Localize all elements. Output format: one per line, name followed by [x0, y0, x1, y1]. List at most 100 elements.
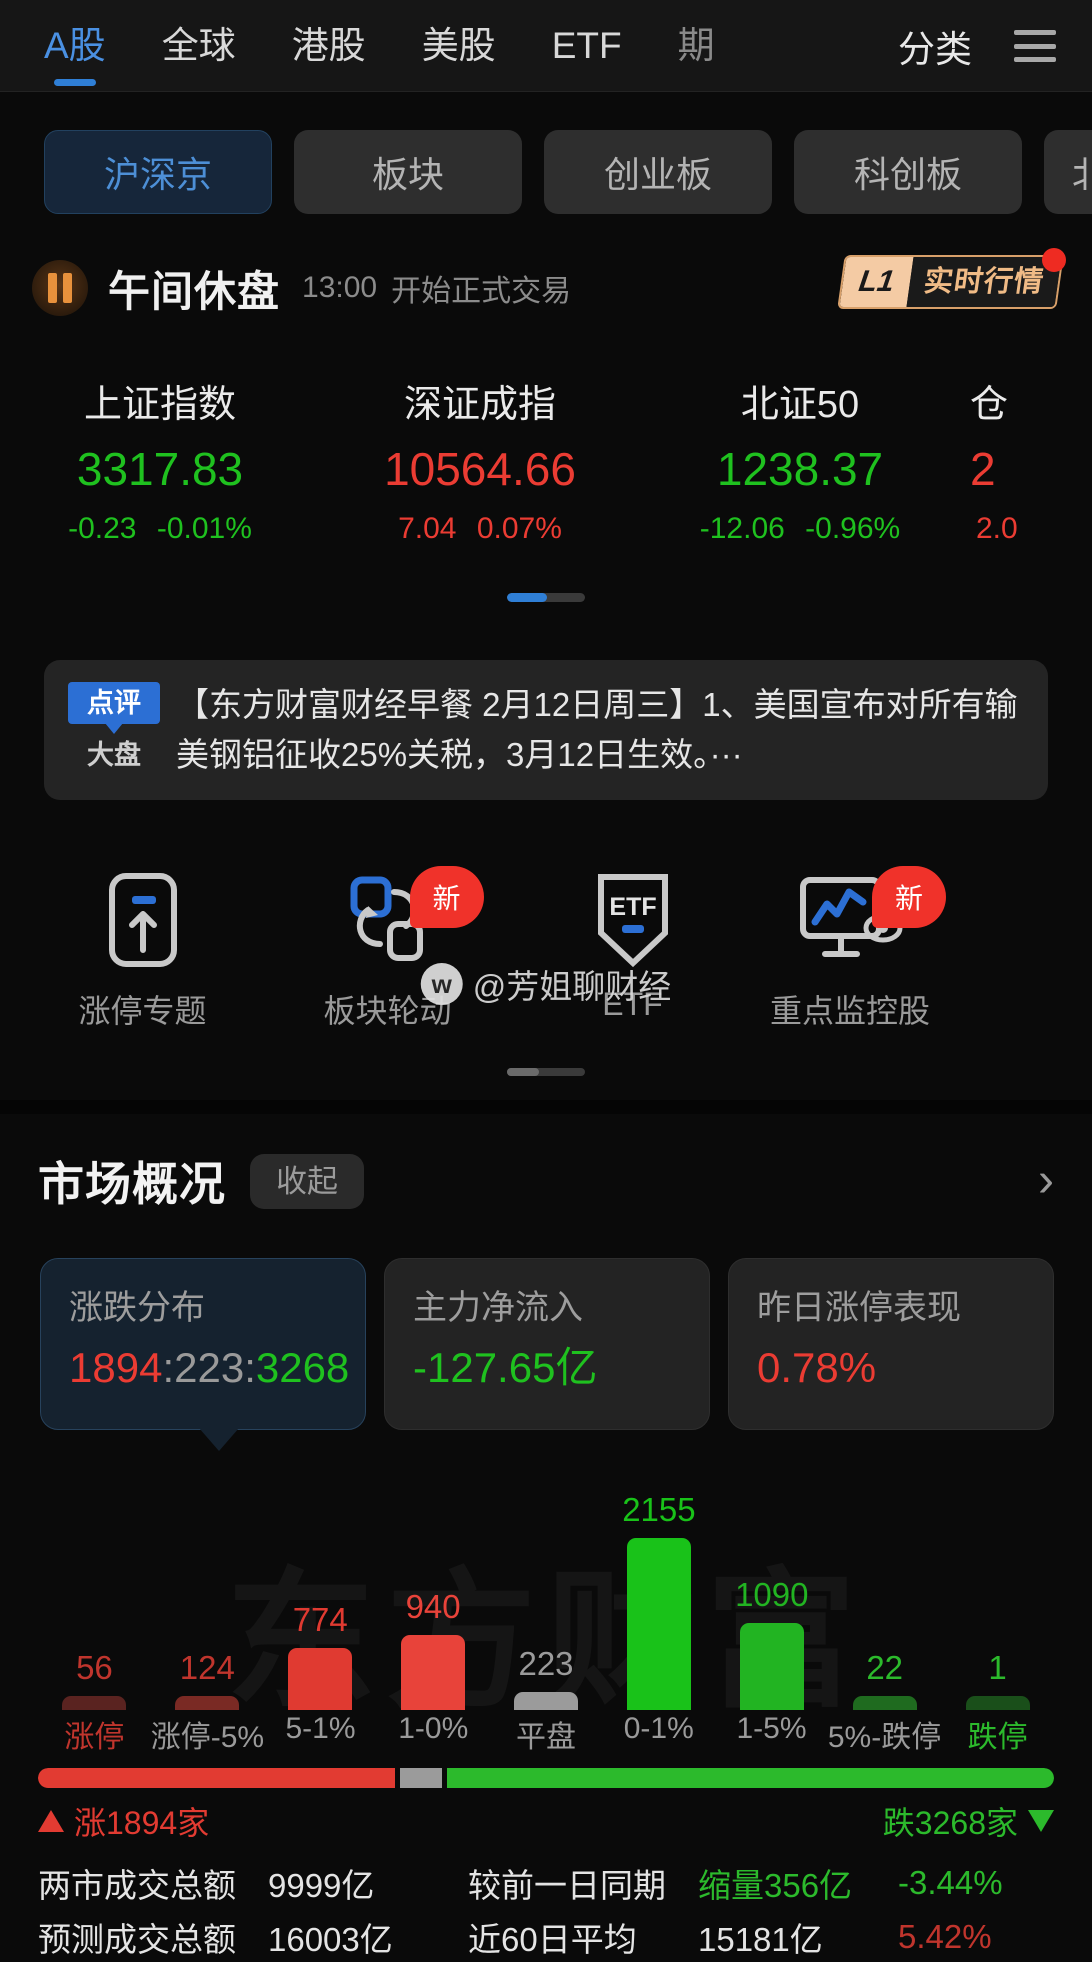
quick-entry-key-monitor[interactable]: 新 重点监控股 [755, 860, 946, 1032]
quick-entry-pager-track [507, 1068, 585, 1076]
tab-global[interactable]: 全球 [162, 0, 236, 92]
index-carousel[interactable]: 上证指数 3317.83 -0.23 -0.01% 深证成指 10564.66 … [0, 376, 1092, 566]
tab-us-stocks[interactable]: 美股 [422, 0, 496, 92]
index-name: 深证成指 [403, 384, 556, 426]
bar-column[interactable]: 56 [38, 1448, 151, 1710]
stat-card-title: 涨跌分布 [69, 1289, 205, 1327]
market-filter-chips: 沪深京 板块 创业板 科创板 北 [0, 126, 1092, 218]
bar-column[interactable]: 223 [490, 1448, 603, 1710]
bar-column[interactable]: 940 [377, 1448, 490, 1710]
bar [401, 1635, 466, 1710]
bar-column[interactable]: 2155 [602, 1448, 715, 1710]
summary-value: 9999亿 [268, 1867, 375, 1904]
arrow-up-icon [38, 1810, 64, 1832]
index-card-bse50[interactable]: 北证50 1238.37 -12.06 -0.96% [640, 376, 960, 554]
index-delta: -0.23 -0.01% [0, 504, 320, 554]
index-change: 7.04 [398, 512, 457, 545]
hamburger-icon[interactable] [1014, 30, 1056, 62]
chip-hushenjing[interactable]: 沪深京 [44, 130, 272, 214]
index-card-partial[interactable]: 仓 2 2.0 [960, 376, 1092, 554]
axis-tick-label: 5-1% [285, 1712, 356, 1745]
new-badge: 新 [409, 866, 484, 928]
index-percent: 0.07% [476, 512, 562, 545]
tab-a-shares[interactable]: A股 [44, 0, 106, 92]
index-delta: -12.06 -0.96% [640, 504, 960, 554]
summary-value-3: 5.42% [898, 1918, 992, 1955]
index-pager-track [507, 593, 585, 602]
weibo-icon: w [420, 963, 463, 1005]
chip-sectors[interactable]: 板块 [294, 130, 522, 214]
quick-entry-pager[interactable] [0, 1068, 1092, 1076]
top-bar-right-actions: 分类 [858, 0, 1092, 92]
bar-column[interactable]: 1090 [715, 1448, 828, 1710]
index-delta: 7.04 0.07% [320, 504, 640, 554]
index-name: 北证50 [740, 384, 860, 426]
category-button[interactable]: 分类 [898, 19, 972, 73]
bar-value-label: 1090 [735, 1576, 809, 1613]
bar [514, 1692, 578, 1710]
bar-column[interactable]: 774 [264, 1448, 377, 1710]
quick-entry-limit-up[interactable]: 涨停专题 [20, 860, 265, 1032]
market-status-note: 开始正式交易 [391, 275, 572, 308]
news-banner[interactable]: 点评 大盘 【东方财富财经早餐 2月12日周三】1、美国宣布对所有输美钢铝征收2… [44, 660, 1048, 800]
bar [626, 1538, 691, 1710]
axis-tick-label: 1-5% [736, 1712, 807, 1745]
market-overview-header: 市场概况 收起 › [38, 1136, 1054, 1226]
collapse-button[interactable]: 收起 [250, 1153, 364, 1209]
index-value: 1238.37 [716, 443, 884, 495]
table-row: 预测成交总额 16003亿 近60日平均 15181亿 5.42% [38, 1910, 1054, 1962]
summary-value: 16003亿 [268, 1921, 393, 1958]
realtime-quote-badge[interactable]: L1 实时行情 [837, 255, 1064, 309]
chip-bse[interactable]: 北 [1044, 130, 1092, 214]
stat-card-yesterday-limitup[interactable]: 昨日涨停表现 0.78% [728, 1258, 1054, 1430]
index-value: 10564.66 [384, 443, 576, 495]
index-name: 上证指数 [83, 384, 236, 426]
bar-value-label: 56 [76, 1649, 113, 1686]
chip-chinext[interactable]: 创业板 [544, 130, 772, 214]
bar-value-label: 223 [518, 1645, 574, 1682]
ratio-down-segment [447, 1768, 1054, 1788]
summary-label-2: 较前一日同期 [468, 1867, 666, 1904]
market-status-title: 午间休盘 [108, 267, 281, 315]
chevron-right-icon[interactable]: › [1038, 1157, 1054, 1205]
bar-column[interactable]: 22 [828, 1448, 941, 1710]
section-divider [0, 1100, 1092, 1114]
ratio-labels: 涨1894家 跌3268家 [38, 1798, 1054, 1844]
news-tag-top: 点评 [68, 682, 160, 724]
tab-hk-stocks[interactable]: 港股 [292, 0, 366, 92]
bar-value-label: 940 [405, 1588, 461, 1625]
tab-etf[interactable]: ETF [552, 0, 622, 92]
stat-card-main-net-inflow[interactable]: 主力净流入 -127.65亿 [384, 1258, 710, 1430]
quick-entry-label: 涨停专题 [78, 993, 207, 1029]
turnover-summary: 两市成交总额 9999亿 较前一日同期 缩量356亿 -3.44% 预测成交总额… [38, 1856, 1054, 1962]
axis-tick-label: 涨停-5% [150, 1721, 265, 1754]
tab-futures[interactable]: 期 [678, 0, 715, 92]
index-card-shenzhen[interactable]: 深证成指 10564.66 7.04 0.07% [320, 376, 640, 554]
stat-card-value: -127.65亿 [413, 1344, 598, 1391]
index-change: 2.0 [976, 512, 1018, 545]
chip-star-market[interactable]: 科创板 [794, 130, 1022, 214]
page-title: 市场概况 [38, 1158, 226, 1210]
bar-column[interactable]: 1 [941, 1448, 1054, 1710]
upload-box-icon [20, 860, 265, 980]
index-card-shanghai[interactable]: 上证指数 3317.83 -0.23 -0.01% [0, 376, 320, 554]
ratio-down-label-group: 跌3268家 [883, 1798, 1054, 1844]
bar [62, 1696, 127, 1710]
index-delta: 2.0 [970, 504, 1092, 554]
axis-tick-label: 涨停 [64, 1721, 125, 1754]
bar [175, 1696, 240, 1710]
arrow-down-icon [1028, 1810, 1054, 1832]
candle-icon [32, 260, 88, 316]
top-navigation-bar: A股 全球 港股 美股 ETF 期 分类 [0, 0, 1092, 92]
separator: : [162, 1344, 175, 1391]
index-pager[interactable] [0, 593, 1092, 602]
stat-card-updown-distribution[interactable]: 涨跌分布 1894:223:3268 [40, 1258, 366, 1451]
ratio-up-segment [38, 1768, 396, 1788]
axis-tick-label: 5%-跌停 [827, 1721, 942, 1754]
bar-value-label: 2155 [622, 1491, 696, 1528]
quote-level-label: L1 [839, 257, 914, 307]
down-count: 3268 [255, 1344, 350, 1391]
up-count: 1894 [69, 1344, 163, 1391]
bar-column[interactable]: 124 [151, 1448, 264, 1710]
stat-card-value: 0.78% [757, 1344, 877, 1391]
